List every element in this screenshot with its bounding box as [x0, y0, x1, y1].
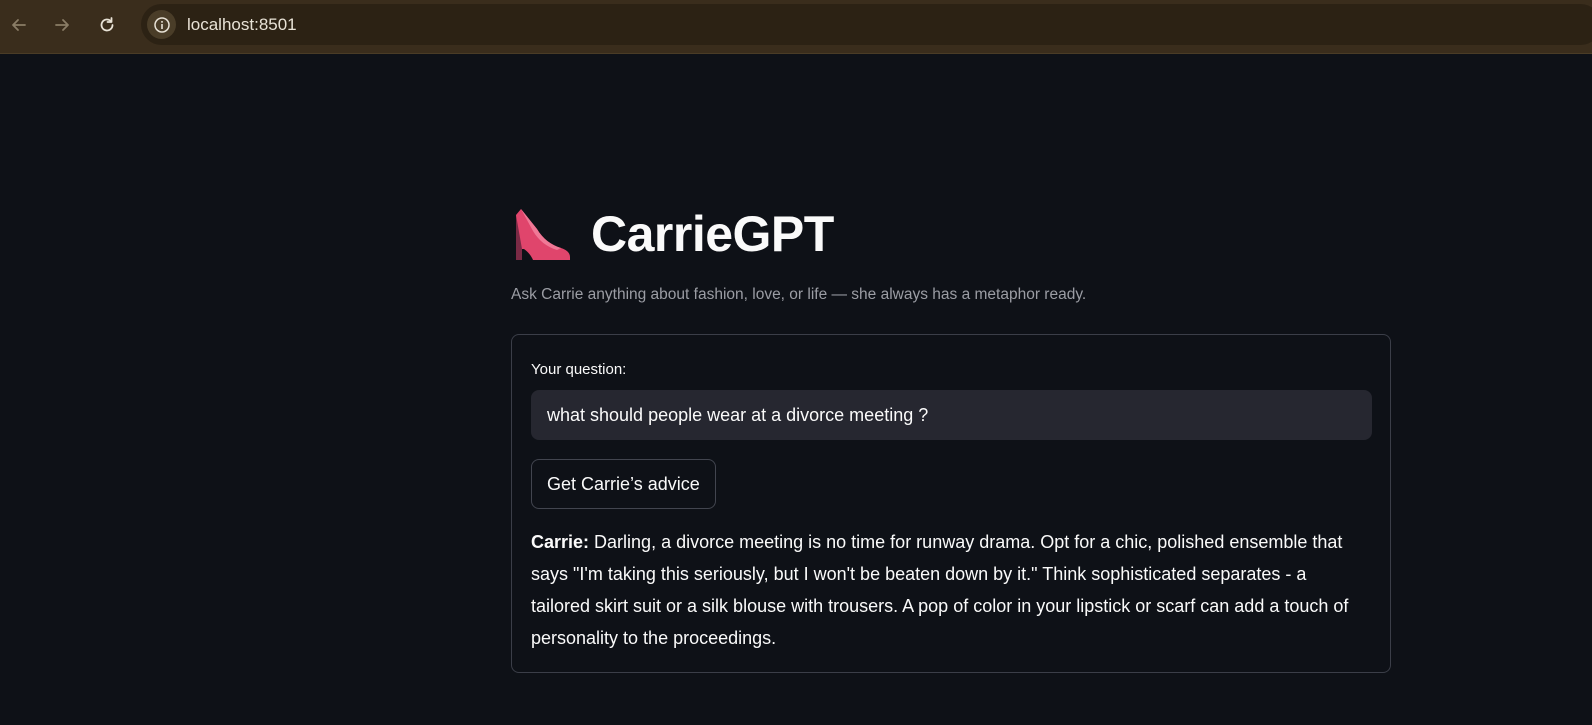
page-subtitle: Ask Carrie anything about fashion, love,… [511, 286, 1087, 303]
question-input[interactable] [531, 390, 1372, 440]
reload-button[interactable] [92, 10, 122, 40]
info-icon [153, 16, 170, 33]
forward-button[interactable] [47, 10, 77, 40]
arrow-left-icon [12, 19, 26, 31]
arrow-right-icon [55, 19, 69, 31]
site-info-button[interactable] [147, 10, 176, 39]
address-bar[interactable]: localhost:8501 [141, 4, 1592, 45]
response-speaker: Carrie: [531, 532, 590, 552]
url-text[interactable]: localhost:8501 [187, 15, 297, 35]
question-form: Your question: Get Carrie’s advice Carri… [511, 334, 1391, 673]
high-heel-icon [516, 209, 570, 260]
browser-toolbar: localhost:8501 [0, 0, 1592, 54]
carrie-response: Carrie: Darling, a divorce meeting is no… [531, 526, 1361, 654]
page-title: CarrieGPT [591, 206, 834, 262]
get-advice-button[interactable]: Get Carrie’s advice [531, 459, 716, 509]
question-label: Your question: [531, 361, 627, 378]
reload-icon [100, 17, 114, 32]
page-header: CarrieGPT [511, 199, 834, 269]
back-button[interactable] [4, 10, 34, 40]
response-text: Darling, a divorce meeting is no time fo… [531, 532, 1349, 648]
